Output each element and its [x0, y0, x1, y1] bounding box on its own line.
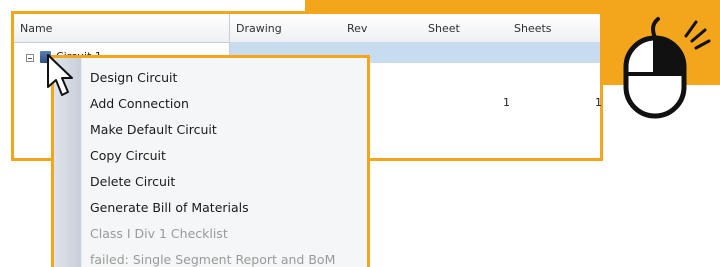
- context-menu: Design Circuit Add Connection Make Defau…: [51, 55, 370, 267]
- column-header-name-label: Name: [20, 22, 53, 35]
- menu-item-delete-circuit[interactable]: Delete Circuit: [90, 174, 175, 189]
- column-header-sheets[interactable]: Sheets: [514, 22, 552, 35]
- cell-sheet: 1: [503, 96, 510, 109]
- column-header-sheet[interactable]: Sheet: [428, 22, 460, 35]
- column-header-drawing[interactable]: Drawing: [236, 22, 282, 35]
- menu-item-copy-circuit[interactable]: Copy Circuit: [90, 148, 166, 163]
- menu-item-design-circuit[interactable]: Design Circuit: [90, 70, 177, 85]
- menu-item-single-segment-report: failed: Single Segment Report and BoM: [90, 252, 336, 267]
- grid-header: Name Drawing Rev Sheet Sheets: [14, 14, 600, 43]
- column-header-name[interactable]: Name: [14, 14, 230, 42]
- menu-item-add-connection[interactable]: Add Connection: [90, 96, 189, 111]
- mouse-right-click-icon: [623, 17, 711, 119]
- cell-sheets: 1: [595, 96, 602, 109]
- menu-item-make-default-circuit[interactable]: Make Default Circuit: [90, 122, 217, 137]
- column-header-rev[interactable]: Rev: [347, 22, 367, 35]
- menu-item-generate-bom[interactable]: Generate Bill of Materials: [90, 200, 249, 215]
- mouse-pointer-icon: [47, 54, 73, 96]
- menu-item-class-div-checklist: Class I Div 1 Checklist: [90, 226, 228, 241]
- collapse-icon[interactable]: [26, 54, 34, 62]
